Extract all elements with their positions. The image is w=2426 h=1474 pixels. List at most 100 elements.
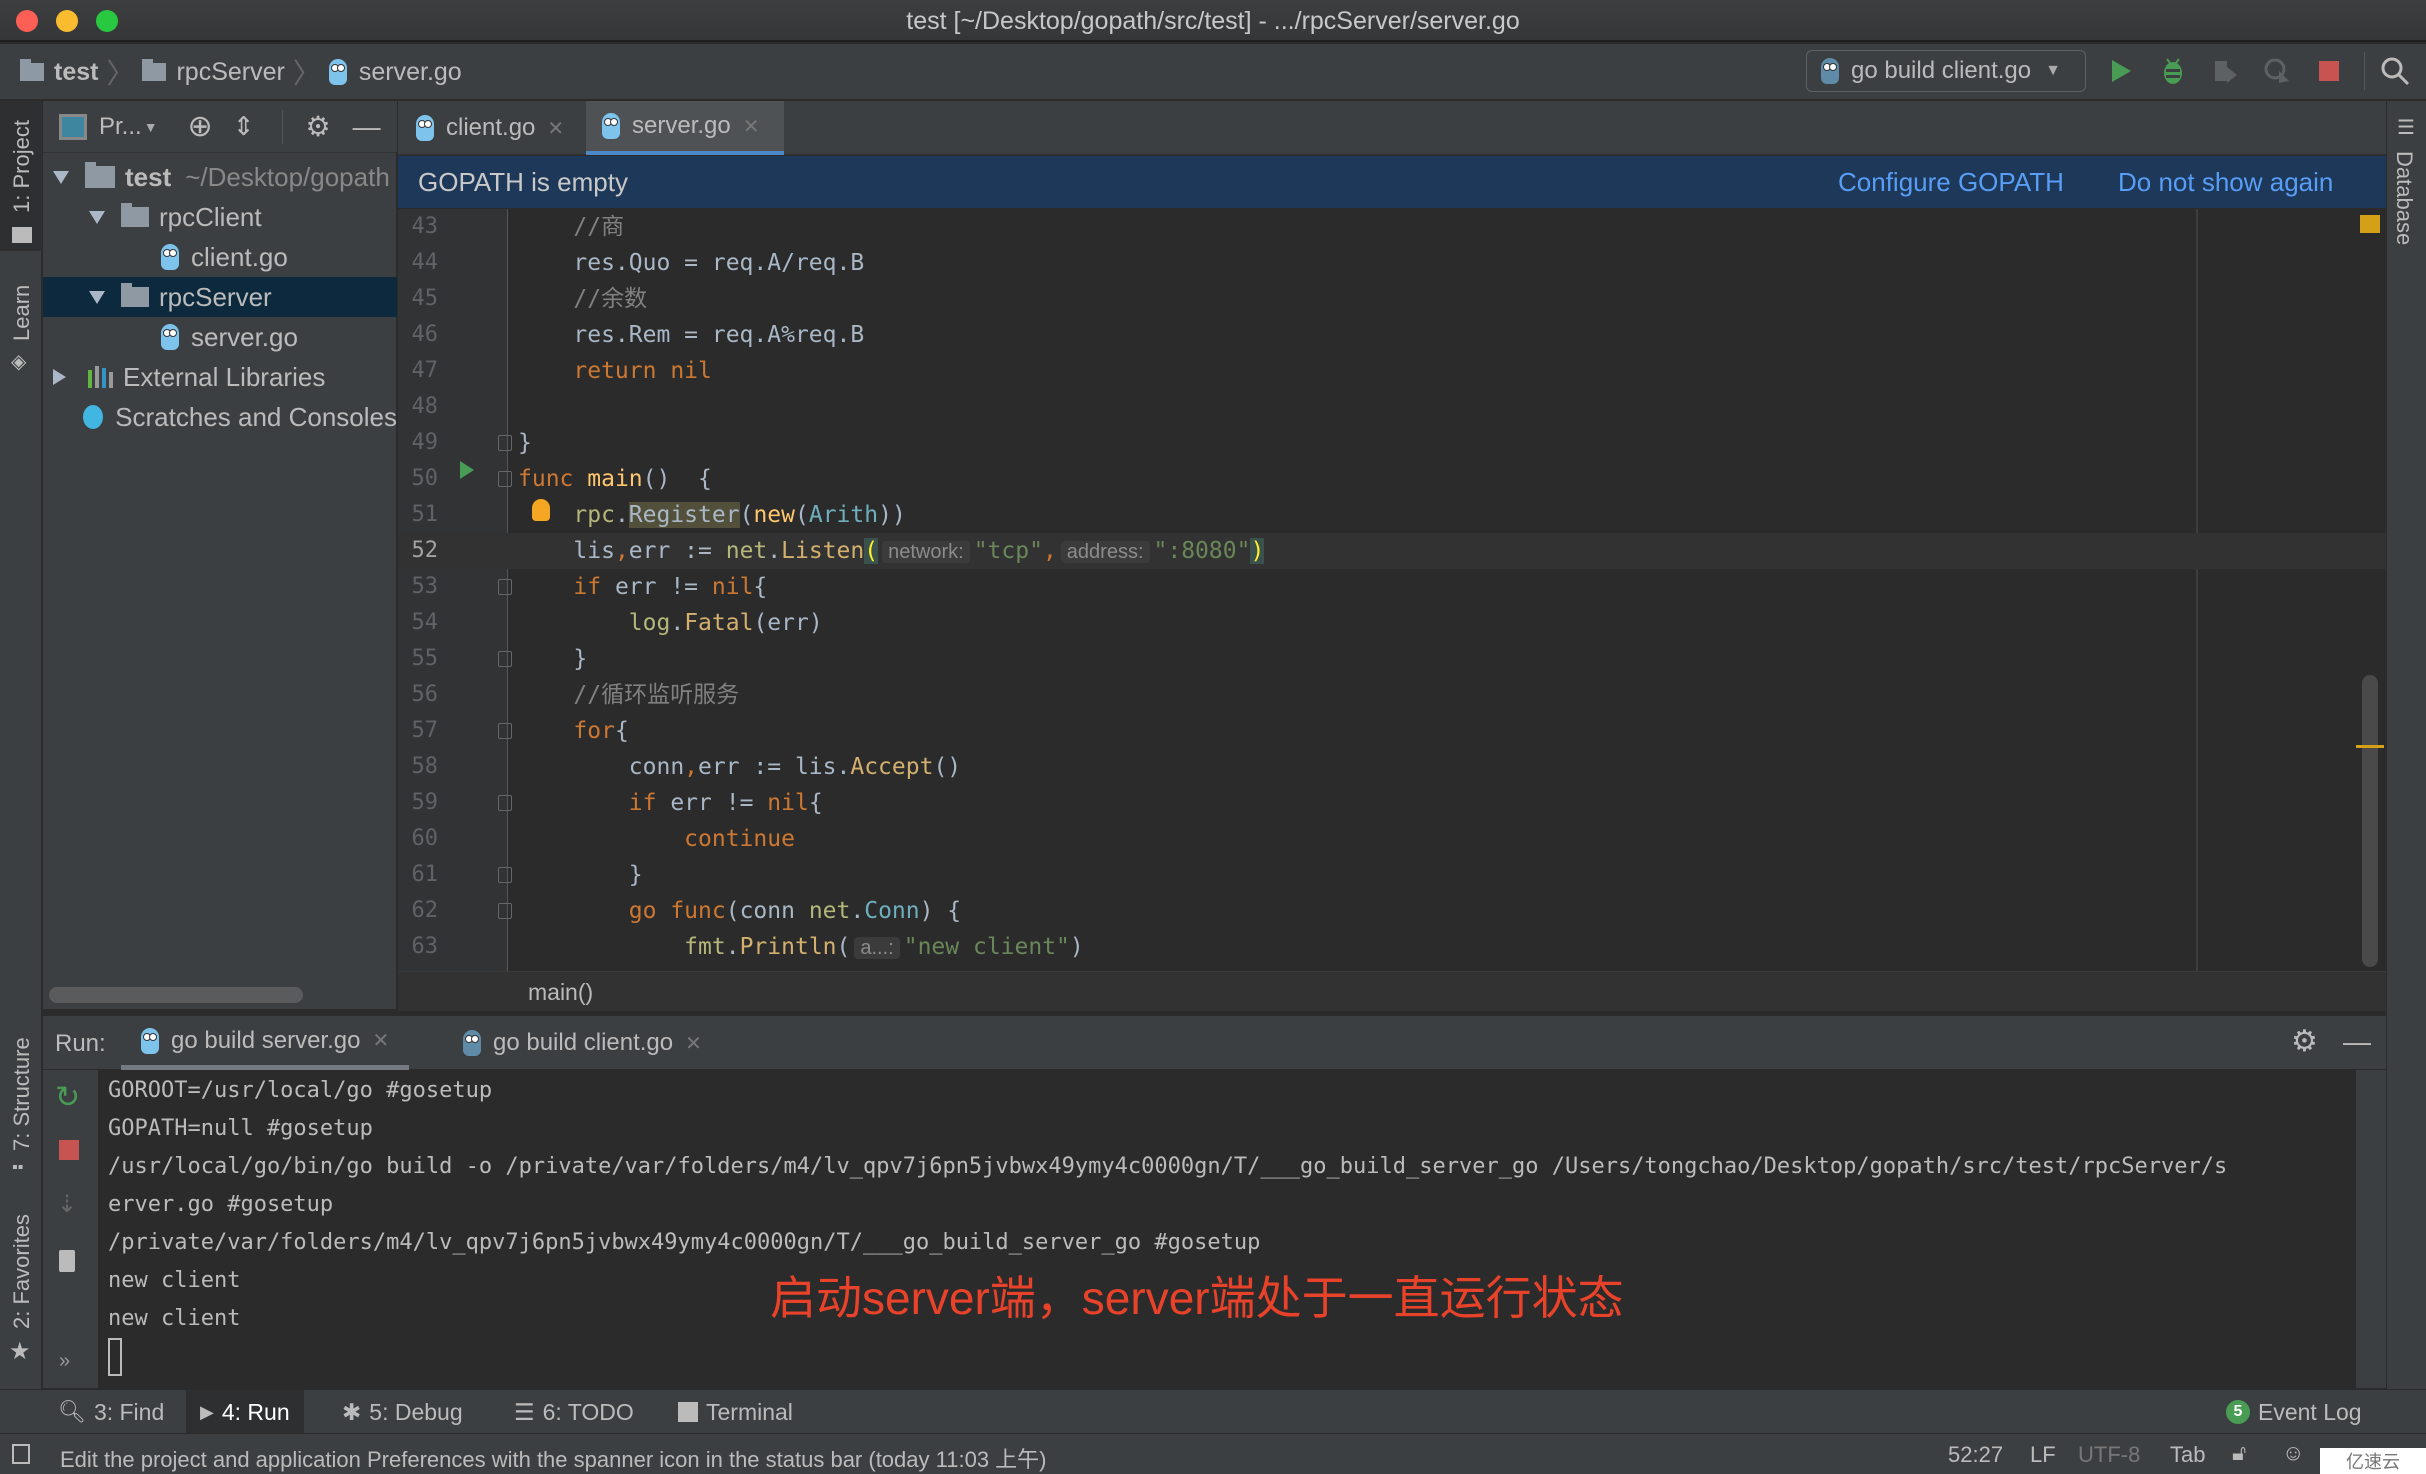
close-window-button[interactable]: [16, 10, 38, 32]
unlock-icon[interactable]: 🔓︎: [2232, 1440, 2246, 1466]
status-message[interactable]: Edit the project and application Prefere…: [60, 1442, 1047, 1474]
line-number[interactable]: 53: [398, 569, 439, 605]
tool-window-run[interactable]: ▶ 4: Run: [186, 1390, 304, 1434]
tree-item-scratches[interactable]: Scratches and Consoles: [43, 397, 397, 437]
minimize-window-button[interactable]: [56, 10, 78, 32]
run-console[interactable]: GOROOT=/usr/local/go #gosetup GOPATH=nul…: [100, 1070, 2356, 1388]
code-line[interactable]: 58 conn,err := lis.Accept(): [398, 749, 2386, 785]
breadcrumb-item[interactable]: server.go: [359, 58, 462, 87]
tab-client-go[interactable]: client.go ✕: [400, 101, 584, 155]
indent-setting[interactable]: Tab: [2170, 1442, 2205, 1468]
fold-marker-icon[interactable]: [498, 723, 512, 739]
trash-icon[interactable]: [59, 1250, 75, 1272]
tree-item-external-libraries[interactable]: External Libraries: [43, 357, 397, 397]
line-number[interactable]: 61: [398, 857, 439, 893]
gear-icon[interactable]: ⚙: [2291, 1024, 2318, 1059]
line-number[interactable]: 49: [398, 425, 439, 461]
run-configuration-select[interactable]: go build client.go ▼: [1806, 50, 2086, 92]
code-line[interactable]: 50 func main() {: [398, 461, 2386, 497]
vertical-scrollbar[interactable]: [2362, 675, 2378, 967]
favorites-tool-button[interactable]: 2: Favorites ★: [0, 1201, 42, 1381]
line-number[interactable]: 51: [398, 497, 439, 533]
line-number[interactable]: 63: [398, 929, 439, 965]
database-tool-button[interactable]: ☰ Database: [2387, 115, 2426, 265]
hide-panel-icon[interactable]: —: [353, 111, 381, 143]
code-line[interactable]: 52 lis,err := net.Listen(network: "tcp", a…: [398, 533, 2386, 569]
code-line[interactable]: 49}: [398, 425, 2386, 461]
expand-arrow-icon[interactable]: [89, 290, 105, 304]
code-line[interactable]: 47 return nil: [398, 353, 2386, 389]
breadcrumb-item[interactable]: test: [54, 58, 98, 87]
run-tab-client[interactable]: go build client.go ✕: [463, 1016, 702, 1070]
console-cursor[interactable]: [108, 1338, 122, 1376]
expand-arrow-icon[interactable]: [53, 369, 66, 385]
line-number[interactable]: 47: [398, 353, 439, 389]
code-line[interactable]: 63 fmt.Println(a...: "new client"): [398, 929, 2386, 965]
code-line[interactable]: 45 //余数: [398, 281, 2386, 317]
run-tab-server[interactable]: go build server.go ✕: [121, 1016, 410, 1070]
run-gutter-icon[interactable]: [460, 461, 474, 479]
line-number[interactable]: 50: [398, 461, 439, 497]
code-breadcrumb[interactable]: main(): [398, 971, 2386, 1011]
line-number[interactable]: 45: [398, 281, 439, 317]
code-line[interactable]: 57 for{: [398, 713, 2386, 749]
line-number[interactable]: 52: [398, 533, 439, 569]
maximize-window-button[interactable]: [96, 10, 118, 32]
stop-icon[interactable]: [59, 1140, 79, 1160]
lightbulb-icon[interactable]: [532, 499, 550, 521]
tool-window-terminal[interactable]: Terminal: [678, 1390, 793, 1434]
line-number[interactable]: 55: [398, 641, 439, 677]
stop-button[interactable]: [2312, 54, 2346, 88]
fold-marker-icon[interactable]: [498, 435, 512, 451]
tool-window-find[interactable]: 🔍︎ 3: Find: [58, 1390, 164, 1434]
line-number[interactable]: 54: [398, 605, 439, 641]
toggle-tool-windows-icon[interactable]: [12, 1444, 30, 1464]
code-editor[interactable]: 43 //商 44 res.Quo = req.A/req.B 45 //余数 46 …: [398, 209, 2386, 971]
tab-server-go[interactable]: server.go ✕: [586, 101, 784, 155]
line-number[interactable]: 56: [398, 677, 439, 713]
line-number[interactable]: 57: [398, 713, 439, 749]
run-button[interactable]: [2104, 54, 2138, 88]
code-line[interactable]: 61 }: [398, 857, 2386, 893]
configure-gopath-link[interactable]: Configure GOPATH: [1838, 167, 2064, 198]
locate-file-icon[interactable]: ⊕: [188, 109, 213, 144]
more-icon[interactable]: »: [59, 1350, 70, 1373]
code-line[interactable]: 51 rpc.Register(new(Arith)): [398, 497, 2386, 533]
coverage-button[interactable]: [2208, 54, 2242, 88]
tree-item-server-go[interactable]: server.go: [43, 317, 397, 357]
tool-window-debug[interactable]: ✱ 5: Debug: [342, 1390, 463, 1434]
fold-marker-icon[interactable]: [498, 579, 512, 595]
event-log-button[interactable]: 5 Event Log: [2226, 1390, 2362, 1434]
code-line[interactable]: 48: [398, 389, 2386, 425]
expand-arrow-icon[interactable]: [89, 210, 105, 224]
close-tab-icon[interactable]: ✕: [547, 116, 564, 141]
line-number[interactable]: 59: [398, 785, 439, 821]
console-scrollbar[interactable]: [2356, 1070, 2386, 1388]
fold-marker-icon[interactable]: [498, 795, 512, 811]
horizontal-scrollbar[interactable]: [49, 987, 303, 1003]
inspector-icon[interactable]: ☺: [2282, 1440, 2304, 1466]
caret-position[interactable]: 52:27: [1948, 1442, 2003, 1468]
close-tab-icon[interactable]: ✕: [743, 114, 760, 139]
expand-arrow-icon[interactable]: [53, 170, 69, 184]
profile-button[interactable]: [2260, 54, 2294, 88]
tool-window-todo[interactable]: ☰ 6: TODO: [514, 1390, 634, 1434]
gear-icon[interactable]: ⚙: [305, 110, 330, 143]
fold-marker-icon[interactable]: [498, 471, 512, 487]
line-number[interactable]: 48: [398, 389, 439, 425]
tree-item-test[interactable]: test ~/Desktop/gopath: [43, 157, 397, 197]
rerun-icon[interactable]: ↻: [55, 1080, 80, 1115]
code-line[interactable]: 44 res.Quo = req.A/req.B: [398, 245, 2386, 281]
code-line[interactable]: 56 //循环监听服务: [398, 677, 2386, 713]
line-number[interactable]: 60: [398, 821, 439, 857]
fold-marker-icon[interactable]: [498, 903, 512, 919]
file-encoding[interactable]: UTF-8: [2078, 1442, 2140, 1468]
hide-panel-icon[interactable]: —: [2343, 1026, 2371, 1058]
tree-item-client-go[interactable]: client.go: [43, 237, 397, 277]
fold-marker-icon[interactable]: [498, 867, 512, 883]
code-line[interactable]: 62 go func(conn net.Conn) {: [398, 893, 2386, 929]
close-tab-icon[interactable]: ✕: [372, 1028, 389, 1053]
structure-tool-button[interactable]: 7: Structure ▪▪: [0, 1001, 42, 1181]
line-number[interactable]: 58: [398, 749, 439, 785]
code-line[interactable]: 46 res.Rem = req.A%req.B: [398, 317, 2386, 353]
